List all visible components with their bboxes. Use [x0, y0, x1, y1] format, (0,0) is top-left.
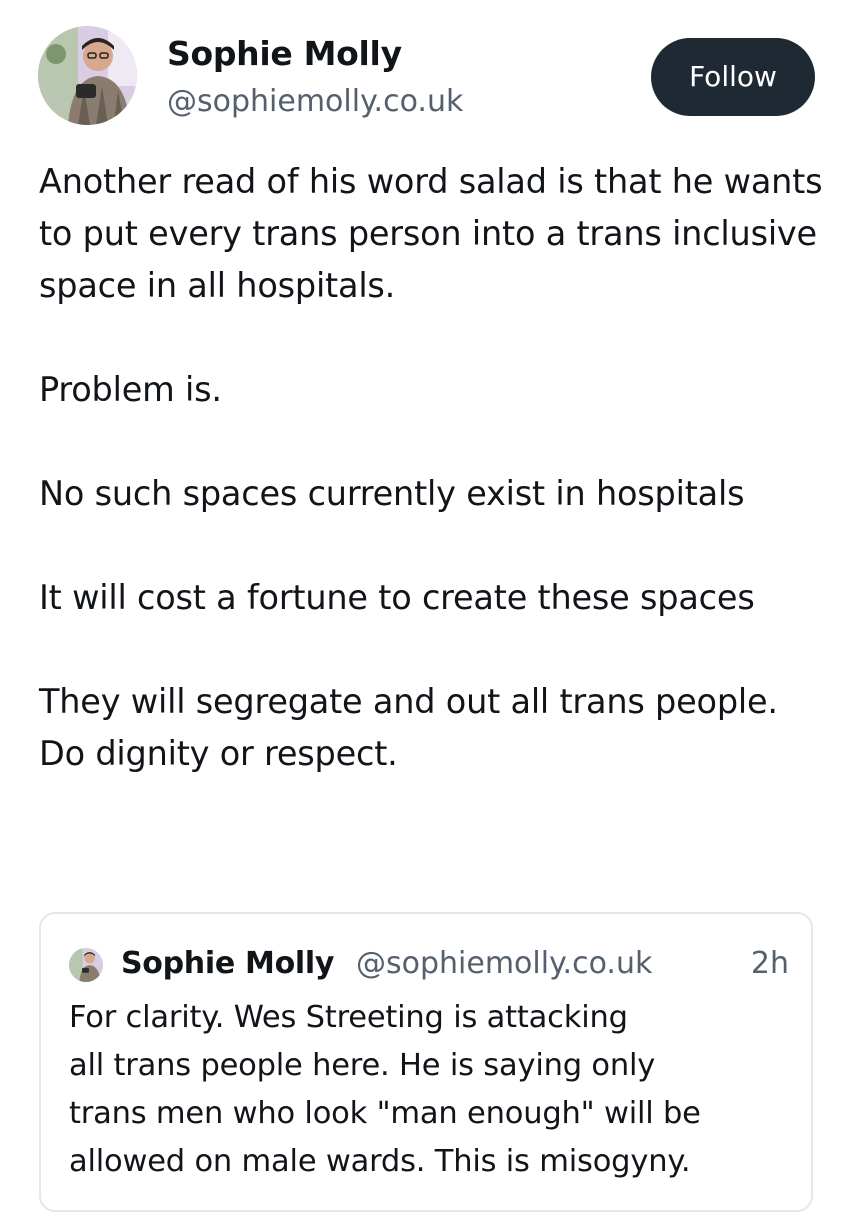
quoted-post-line: trans men who look "man enough" will be: [69, 1096, 701, 1131]
author-block: Sophie Molly @sophiemolly.co.uk: [167, 30, 463, 124]
post-paragraph: Problem is.: [39, 370, 222, 409]
quoted-post-line: all trans people here. He is saying only: [69, 1048, 656, 1083]
quoted-post-line: allowed on male wards. This is misogyny.: [69, 1144, 691, 1179]
author-name[interactable]: Sophie Molly: [167, 30, 463, 78]
post-paragraph: It will cost a fortune to create these s…: [39, 578, 755, 617]
quoted-post-text: For clarity. Wes Streeting is attacking …: [69, 994, 809, 1186]
profile-photo-icon: [69, 948, 103, 982]
quoted-post-timestamp: 2h: [750, 946, 789, 981]
quoted-post-line: For clarity. Wes Streeting is attacking: [69, 1000, 628, 1035]
quoted-post-card[interactable]: Sophie Molly @sophiemolly.co.uk 2h For c…: [39, 912, 813, 1212]
quoted-author-handle: @sophiemolly.co.uk: [356, 946, 653, 981]
profile-photo-icon: [38, 26, 137, 125]
post-body: Another read of his word salad is that h…: [39, 156, 829, 780]
author-handle[interactable]: @sophiemolly.co.uk: [167, 80, 463, 124]
quoted-post-header: Sophie Molly @sophiemolly.co.uk 2h: [69, 942, 789, 986]
follow-button[interactable]: Follow: [651, 38, 815, 116]
quoted-author-avatar[interactable]: [69, 948, 103, 982]
quoted-author-name: Sophie Molly: [121, 946, 335, 981]
post-paragraph: Another read of his word salad is that h…: [39, 162, 823, 305]
author-avatar[interactable]: [38, 26, 137, 125]
post-paragraph: They will segregate and out all trans pe…: [39, 682, 778, 773]
post-paragraph: No such spaces currently exist in hospit…: [39, 474, 745, 513]
